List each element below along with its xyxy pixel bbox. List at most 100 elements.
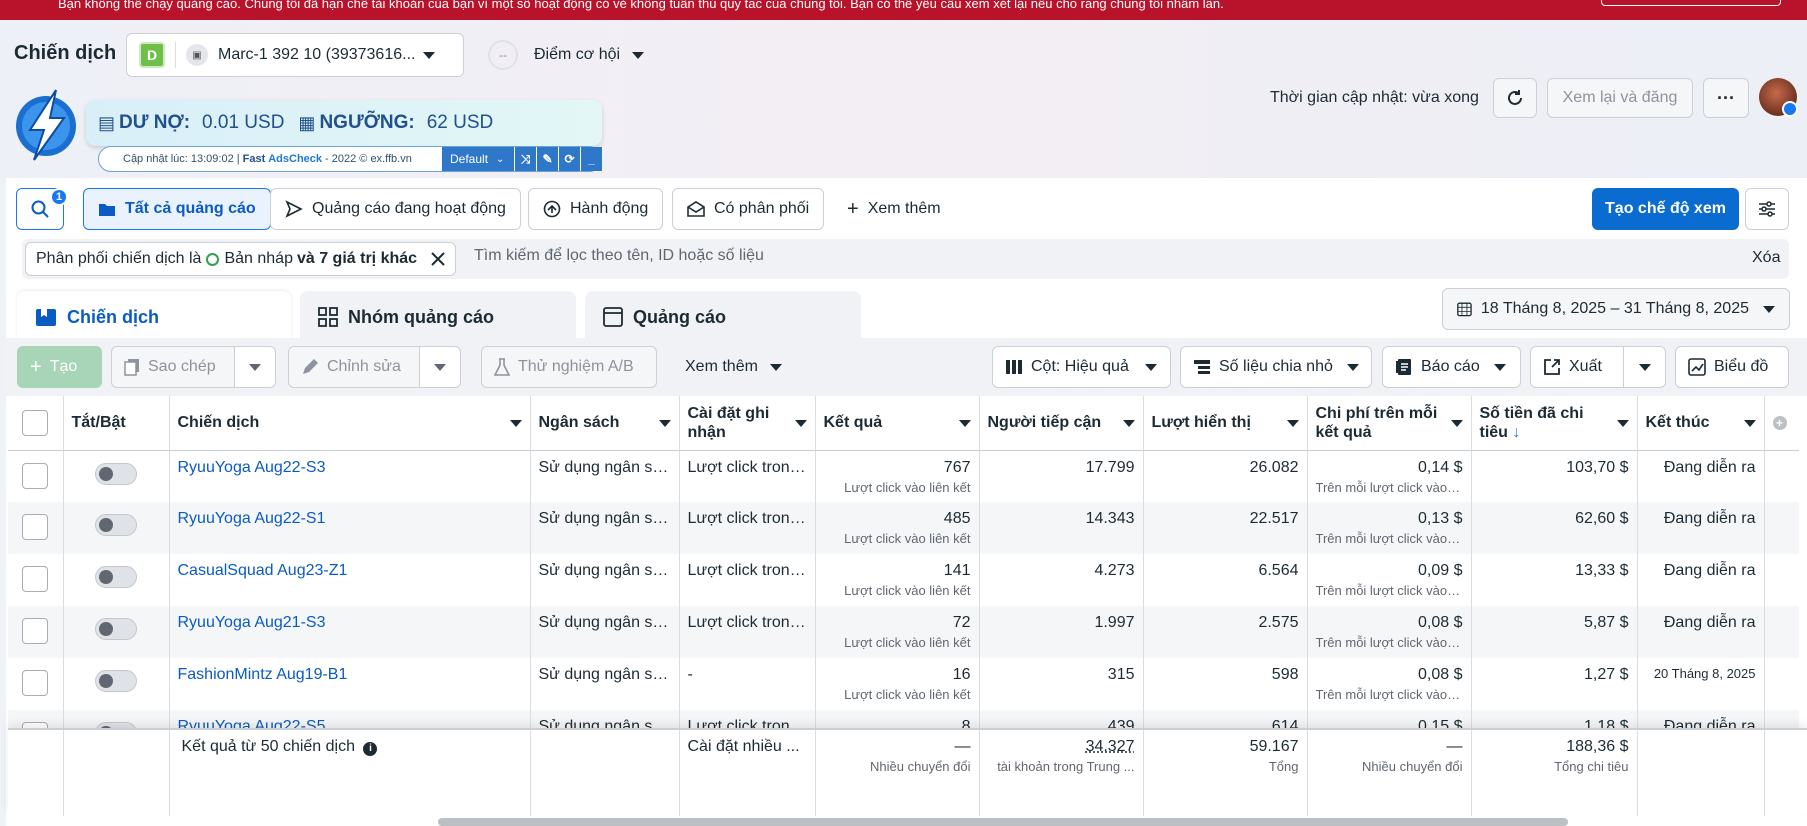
profile-dropdown[interactable]: Default ⌄ bbox=[442, 147, 514, 171]
restriction-banner: Bạn không thể chạy quảng cáo. Chúng tôi … bbox=[0, 0, 1807, 20]
row-checkbox[interactable] bbox=[22, 514, 49, 540]
add-column-header[interactable]: + bbox=[1764, 396, 1799, 451]
opportunity-score-button[interactable]: -- Điểm cơ hội bbox=[488, 40, 645, 70]
filter-chip[interactable]: Phân phối chiến dịch là Bản nháp và 7 gi… bbox=[25, 242, 457, 276]
info-icon[interactable]: i bbox=[363, 742, 378, 756]
table-row[interactable]: RyuuYoga Aug22-S1 Sử dụng ngân sách... Lượ… bbox=[8, 502, 1799, 554]
campaign-name-link[interactable]: RyuuYoga Aug22-S1 bbox=[178, 510, 326, 527]
summary-cpr-cell: — Nhiều chuyển đổi bbox=[1307, 730, 1472, 816]
filter-has-delivery[interactable]: Có phân phối bbox=[672, 188, 825, 230]
tab-ad-sets[interactable]: Nhóm quảng cáo bbox=[300, 291, 576, 343]
header-reach[interactable]: Người tiếp cận bbox=[979, 396, 1144, 451]
reports-button[interactable]: Báo cáo bbox=[1382, 346, 1521, 388]
attribution-cell: Lượt click trong... bbox=[679, 606, 816, 658]
row-checkbox[interactable] bbox=[22, 618, 49, 644]
tab-ads[interactable]: Quảng cáo bbox=[585, 291, 861, 343]
close-icon[interactable] bbox=[431, 252, 445, 266]
row-spacer-cell bbox=[1764, 554, 1799, 606]
filter-actions-label: Hành động bbox=[570, 200, 649, 217]
breakdown-button[interactable]: Số liệu chia nhỏ bbox=[1180, 346, 1372, 388]
filter-actions[interactable]: Hành động bbox=[528, 188, 664, 230]
tab-campaigns[interactable]: Chiến dịch bbox=[17, 291, 291, 343]
header-amount-spent[interactable]: Số tiền đã chi tiêu ↓ bbox=[1471, 396, 1638, 451]
row-checkbox[interactable] bbox=[22, 566, 49, 592]
minimize-button[interactable]: _ bbox=[581, 147, 602, 171]
campaign-toggle[interactable] bbox=[95, 618, 137, 640]
campaign-name-link[interactable]: RyuuYoga Aug21-S3 bbox=[178, 614, 326, 631]
more-options-button[interactable]: ··· bbox=[1703, 78, 1749, 118]
edit-button[interactable]: ✎ bbox=[537, 147, 558, 171]
view-settings-button[interactable] bbox=[1745, 188, 1789, 230]
filter-see-more[interactable]: + Xem thêm bbox=[832, 188, 956, 230]
filter-all-ads[interactable]: Tất cả quảng cáo bbox=[83, 188, 271, 230]
campaign-toggle[interactable] bbox=[95, 462, 137, 485]
header-impressions[interactable]: Lượt hiển thị bbox=[1143, 396, 1308, 451]
create-view-button[interactable]: Tạo chế độ xem bbox=[1592, 188, 1739, 230]
account-selector[interactable]: D ▣ Marc-1 392 10 (39373616... bbox=[126, 33, 464, 77]
impressions-cell: 598 bbox=[1143, 658, 1308, 710]
edit-button[interactable]: Chỉnh sửa bbox=[288, 346, 420, 388]
campaign-name-link[interactable]: FashionMintz Aug19-B1 bbox=[178, 666, 348, 683]
chart-icon bbox=[1688, 358, 1706, 376]
shuffle-button[interactable]: ⤨ bbox=[515, 147, 536, 171]
sync-button[interactable]: ⟳ bbox=[559, 147, 580, 171]
header-budget[interactable]: Ngân sách bbox=[530, 396, 680, 451]
cpr-cell: 0,14 $ Trên mỗi lượt click vào liên kết bbox=[1307, 450, 1472, 502]
header-campaign[interactable]: Chiến dịch bbox=[169, 396, 531, 451]
header-toggle[interactable]: Tắt/Bật bbox=[63, 396, 170, 451]
cpr-value: 0,13 $ bbox=[1418, 510, 1463, 527]
summary-results-cell: — Nhiều chuyển đổi bbox=[815, 730, 980, 816]
table-row[interactable]: CasualSquad Aug23-Z1 Sử dụng ngân sách...… bbox=[8, 554, 1799, 606]
chevron-down-icon: ⌄ bbox=[496, 153, 505, 165]
create-label: Tạo bbox=[49, 358, 78, 375]
export-button[interactable]: Xuất bbox=[1530, 346, 1624, 388]
row-checkbox[interactable] bbox=[22, 670, 49, 696]
invoice-icon: ▤ bbox=[98, 112, 116, 133]
cpr-cell: 0,13 $ Trên mỗi lượt click vào liên kết bbox=[1307, 502, 1472, 554]
campaign-name-link[interactable]: RyuuYoga Aug22-S3 bbox=[178, 459, 326, 476]
filter-all-ads-label: Tất cả quảng cáo bbox=[125, 200, 256, 217]
columns-button[interactable]: Cột: Hiệu quả bbox=[992, 346, 1171, 388]
header-reach-label: Người tiếp cận bbox=[987, 413, 1102, 431]
campaign-toggle[interactable] bbox=[95, 514, 137, 536]
banner-request-button[interactable] bbox=[1601, 0, 1781, 6]
refresh-button[interactable] bbox=[1493, 78, 1537, 118]
toolbar-see-more[interactable]: Xem thêm bbox=[685, 346, 782, 388]
table-row[interactable]: FashionMintz Aug19-B1 Sử dụng ngân sách..… bbox=[8, 658, 1799, 710]
filter-active-ads[interactable]: Quảng cáo đang hoạt động bbox=[270, 188, 521, 230]
campaign-toggle[interactable] bbox=[95, 566, 137, 588]
budget-cell: Sử dụng ngân sách... bbox=[530, 502, 680, 554]
table-row[interactable]: RyuuYoga Aug22-S3 Sử dụng ngân sách... Lượ… bbox=[8, 450, 1799, 502]
ab-test-button[interactable]: Thử nghiệm A/B bbox=[481, 346, 657, 388]
cpr-sub: Trên mỗi lượt click vào liên kết bbox=[1315, 583, 1463, 598]
create-button[interactable]: + Tạo bbox=[17, 346, 102, 388]
header-cost-per-result[interactable]: Chi phí trên mỗi kết quả bbox=[1307, 396, 1472, 451]
header-attribution[interactable]: Cài đặt ghi nhận bbox=[679, 396, 816, 451]
duplicate-dropdown[interactable] bbox=[234, 346, 276, 388]
review-publish-button[interactable]: Xem lại và đăng bbox=[1547, 78, 1693, 118]
impressions-cell: 2.575 bbox=[1143, 606, 1308, 658]
date-range-picker[interactable]: 18 Tháng 8, 2025 – 31 Tháng 8, 2025 bbox=[1442, 288, 1790, 330]
threshold-label: NGƯỠNG: bbox=[319, 112, 415, 133]
campaign-toggle[interactable] bbox=[95, 670, 137, 692]
clear-filters-button[interactable]: Xóa bbox=[1752, 249, 1780, 267]
row-checkbox[interactable] bbox=[22, 462, 49, 489]
summary-cell-empty bbox=[63, 730, 170, 816]
export-dropdown[interactable] bbox=[1623, 346, 1666, 388]
campaign-name-link[interactable]: CasualSquad Aug23-Z1 bbox=[178, 562, 348, 579]
results-sub: Lượt click vào liên kết bbox=[844, 531, 971, 546]
select-all-checkbox[interactable] bbox=[22, 409, 49, 436]
ad-icon bbox=[603, 307, 623, 327]
row-toggle-cell bbox=[63, 450, 170, 502]
charts-button[interactable]: Biểu đồ bbox=[1675, 346, 1789, 388]
edit-dropdown[interactable] bbox=[419, 346, 461, 388]
campaign-folder-icon bbox=[36, 309, 56, 326]
filter-search-input[interactable]: Tìm kiếm để lọc theo tên, ID hoặc số liệ… bbox=[474, 247, 764, 265]
table-row[interactable]: RyuuYoga Aug21-S3 Sử dụng ngân sách... Lượ… bbox=[8, 606, 1799, 658]
horizontal-scrollbar[interactable] bbox=[438, 818, 1568, 826]
header-results[interactable]: Kết quả bbox=[815, 396, 980, 451]
duplicate-button[interactable]: Sao chép bbox=[111, 346, 235, 388]
header-ends[interactable]: Kết thúc bbox=[1637, 396, 1765, 451]
table-header-row: Tắt/Bật Chiến dịch Ngân sách Cài đặt ghi… bbox=[8, 396, 1799, 451]
results-sub: Lượt click vào liên kết bbox=[844, 687, 971, 702]
